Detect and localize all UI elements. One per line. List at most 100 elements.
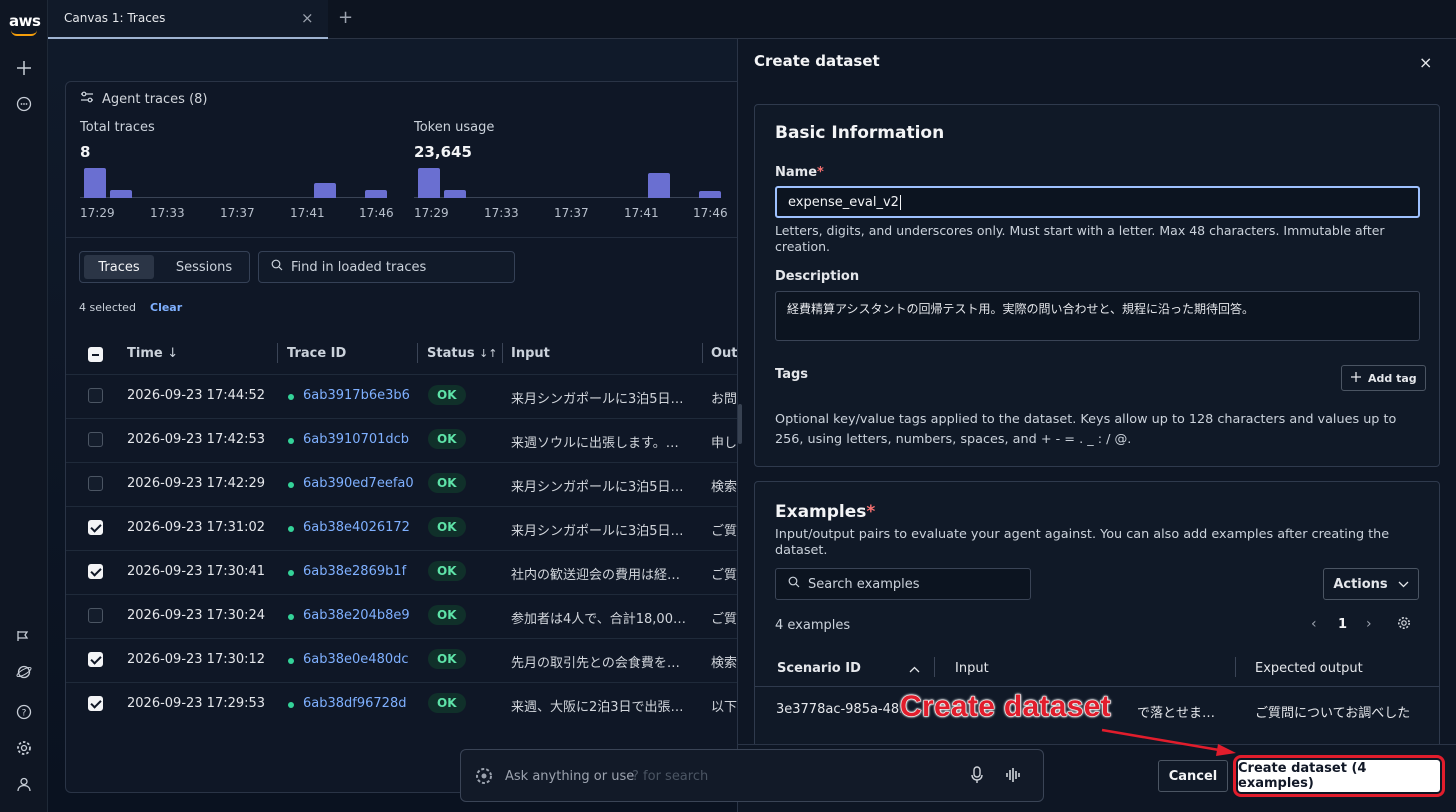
example-scenario-id[interactable]: 3e3778ac-985a-48…: [776, 702, 901, 717]
col-scenario-id[interactable]: Scenario ID: [777, 661, 861, 676]
trace-input[interactable]: 参加者は4人で、合計18,000…: [511, 608, 693, 627]
trace-input[interactable]: 来週ソウルに出張します。…: [511, 432, 693, 451]
chart-bar[interactable]: [699, 191, 721, 198]
tab-traces[interactable]: Traces: [84, 255, 154, 279]
create-dataset-button[interactable]: Create dataset (4 examples): [1233, 755, 1445, 797]
row-checkbox[interactable]: [88, 432, 103, 447]
microphone-icon[interactable]: [971, 766, 983, 788]
column-divider[interactable]: [934, 657, 935, 677]
trace-id-link[interactable]: 6ab390ed7eefa0: [303, 476, 413, 491]
trace-input[interactable]: 来月シンガポールに3泊5日…: [511, 476, 693, 495]
select-all-checkbox[interactable]: [88, 347, 103, 362]
basic-information-card: Basic Information Name* expense_eval_v2 …: [754, 104, 1440, 467]
trace-input[interactable]: 先月の取引先との会食費を…: [511, 652, 693, 671]
col-input[interactable]: Input: [955, 661, 989, 676]
trace-time: 2026-09-23 17:29:53: [127, 696, 266, 711]
examples-subtitle: Input/output pairs to evaluate your agen…: [775, 527, 1390, 558]
column-divider[interactable]: [277, 343, 278, 363]
chart-bar[interactable]: [365, 190, 387, 198]
table-row[interactable]: 2026-09-23 17:44:52 6ab3917b6e3b6 OK 来月シンガポ…: [66, 374, 764, 418]
chart-bar[interactable]: [418, 168, 440, 198]
table-row[interactable]: 2026-09-23 17:31:02 6ab38e4026172 OK 来月シンガポ…: [66, 506, 764, 550]
add-tab-icon[interactable]: +: [338, 7, 353, 28]
announce-icon[interactable]: [12, 624, 36, 648]
trace-input[interactable]: 来週、大阪に2泊3日で出張…: [511, 696, 693, 715]
chart-bar[interactable]: [110, 190, 132, 198]
column-divider[interactable]: [1235, 657, 1236, 677]
trace-id-link[interactable]: 6ab38e204b8e9: [303, 608, 413, 623]
clear-selection-link[interactable]: Clear: [150, 301, 182, 314]
trace-input[interactable]: 来月シンガポールに3泊5日…: [511, 388, 693, 407]
trace-id-link[interactable]: 6ab3917b6e3b6: [303, 388, 413, 403]
voice-wave-icon[interactable]: [1005, 766, 1021, 788]
trace-id-link[interactable]: 6ab38df96728d: [303, 696, 413, 711]
trace-id-link[interactable]: 6ab3910701dcb: [303, 432, 413, 447]
column-divider[interactable]: [417, 343, 418, 363]
kpi-token-usage-label: Token usage: [414, 120, 495, 135]
column-divider[interactable]: [702, 343, 703, 363]
row-checkbox[interactable]: [88, 564, 103, 579]
table-row[interactable]: 2026-09-23 17:42:29 6ab390ed7eefa0 OK 来月シンガ…: [66, 462, 764, 506]
trace-id-link[interactable]: 6ab38e0e480dc: [303, 652, 413, 667]
search-examples-input[interactable]: Search examples: [775, 568, 1031, 600]
row-checkbox[interactable]: [88, 520, 103, 535]
tab-sessions[interactable]: Sessions: [164, 255, 244, 279]
example-expected-output[interactable]: ご質問についてお調べした: [1255, 702, 1425, 721]
plus-icon[interactable]: [12, 56, 36, 80]
cancel-button[interactable]: Cancel: [1158, 760, 1228, 792]
chart-bar[interactable]: [444, 190, 466, 198]
chart-bar[interactable]: [84, 168, 106, 198]
row-checkbox[interactable]: [88, 388, 103, 403]
description-field[interactable]: 経費精算アシスタントの回帰テスト用。実際の問い合わせと、規程に沿った期待回答。: [775, 291, 1420, 341]
page-number[interactable]: 1: [1338, 617, 1347, 632]
col-input[interactable]: Input: [511, 346, 550, 361]
col-status[interactable]: Status ↓↑: [427, 346, 498, 361]
name-hint: Letters, digits, and underscores only. M…: [775, 223, 1385, 254]
table-row[interactable]: 2026-09-23 17:42:53 6ab3910701dcb OK 来週ソウルに…: [66, 418, 764, 462]
trace-id-link[interactable]: 6ab38e2869b1f: [303, 564, 413, 579]
trace-input[interactable]: 社内の歓送迎会の費用は経…: [511, 564, 693, 583]
prev-page-icon[interactable]: ‹: [1311, 616, 1317, 632]
close-icon[interactable]: ×: [1419, 53, 1432, 72]
chart-bar[interactable]: [648, 173, 670, 198]
tab-close-icon[interactable]: ×: [301, 9, 314, 27]
name-field[interactable]: expense_eval_v2: [775, 186, 1420, 218]
status-dot: [288, 526, 294, 532]
chart-bar[interactable]: [314, 183, 336, 198]
row-checkbox[interactable]: [88, 696, 103, 711]
help-icon[interactable]: ?: [12, 700, 36, 724]
table-row[interactable]: 2026-09-23 17:29:53 6ab38df96728d OK 来週、大阪に…: [66, 682, 764, 726]
kpi-token-usage-value: 23,645: [414, 143, 472, 161]
col-expected-output[interactable]: Expected output: [1255, 661, 1363, 676]
actions-dropdown[interactable]: Actions: [1323, 568, 1419, 600]
status-dot: [288, 438, 294, 444]
col-time[interactable]: Time ↓: [127, 346, 178, 361]
scrollbar[interactable]: [738, 404, 742, 444]
table-row[interactable]: 2026-09-23 17:30:41 6ab38e2869b1f OK 社内の歓送迎…: [66, 550, 764, 594]
trace-id-link[interactable]: 6ab38e4026172: [303, 520, 413, 535]
user-icon[interactable]: [12, 772, 36, 796]
table-row[interactable]: 2026-09-23 17:30:12 6ab38e0e480dc OK 先月の取引先…: [66, 638, 764, 682]
tab-canvas-traces[interactable]: Canvas 1: Traces ×: [48, 0, 328, 39]
total-traces-chart: [80, 166, 387, 198]
example-input[interactable]: で落とせま…: [1137, 702, 1227, 721]
sort-icon: ↓↑: [479, 347, 498, 360]
aws-logo[interactable]: aws: [9, 12, 41, 30]
ask-chat-bar[interactable]: Ask anything or use ? for search: [460, 749, 1044, 802]
support-icon[interactable]: [12, 660, 36, 684]
row-checkbox[interactable]: [88, 476, 103, 491]
filter-sliders-icon[interactable]: [80, 90, 94, 108]
table-row[interactable]: 2026-09-23 17:30:24 6ab38e204b8e9 OK 参加者は4人…: [66, 594, 764, 638]
next-page-icon[interactable]: ›: [1366, 616, 1372, 632]
trace-input[interactable]: 来月シンガポールに3泊5日…: [511, 520, 693, 539]
add-tag-button[interactable]: Add tag: [1341, 365, 1426, 391]
chevron-up-icon[interactable]: [909, 662, 920, 677]
settings-icon[interactable]: [12, 736, 36, 760]
find-traces-input[interactable]: Find in loaded traces: [258, 251, 515, 283]
col-trace-id[interactable]: Trace ID: [287, 346, 346, 361]
row-checkbox[interactable]: [88, 608, 103, 623]
column-divider[interactable]: [502, 343, 503, 363]
chat-icon[interactable]: [12, 92, 36, 116]
row-checkbox[interactable]: [88, 652, 103, 667]
gear-icon[interactable]: [1397, 616, 1411, 634]
